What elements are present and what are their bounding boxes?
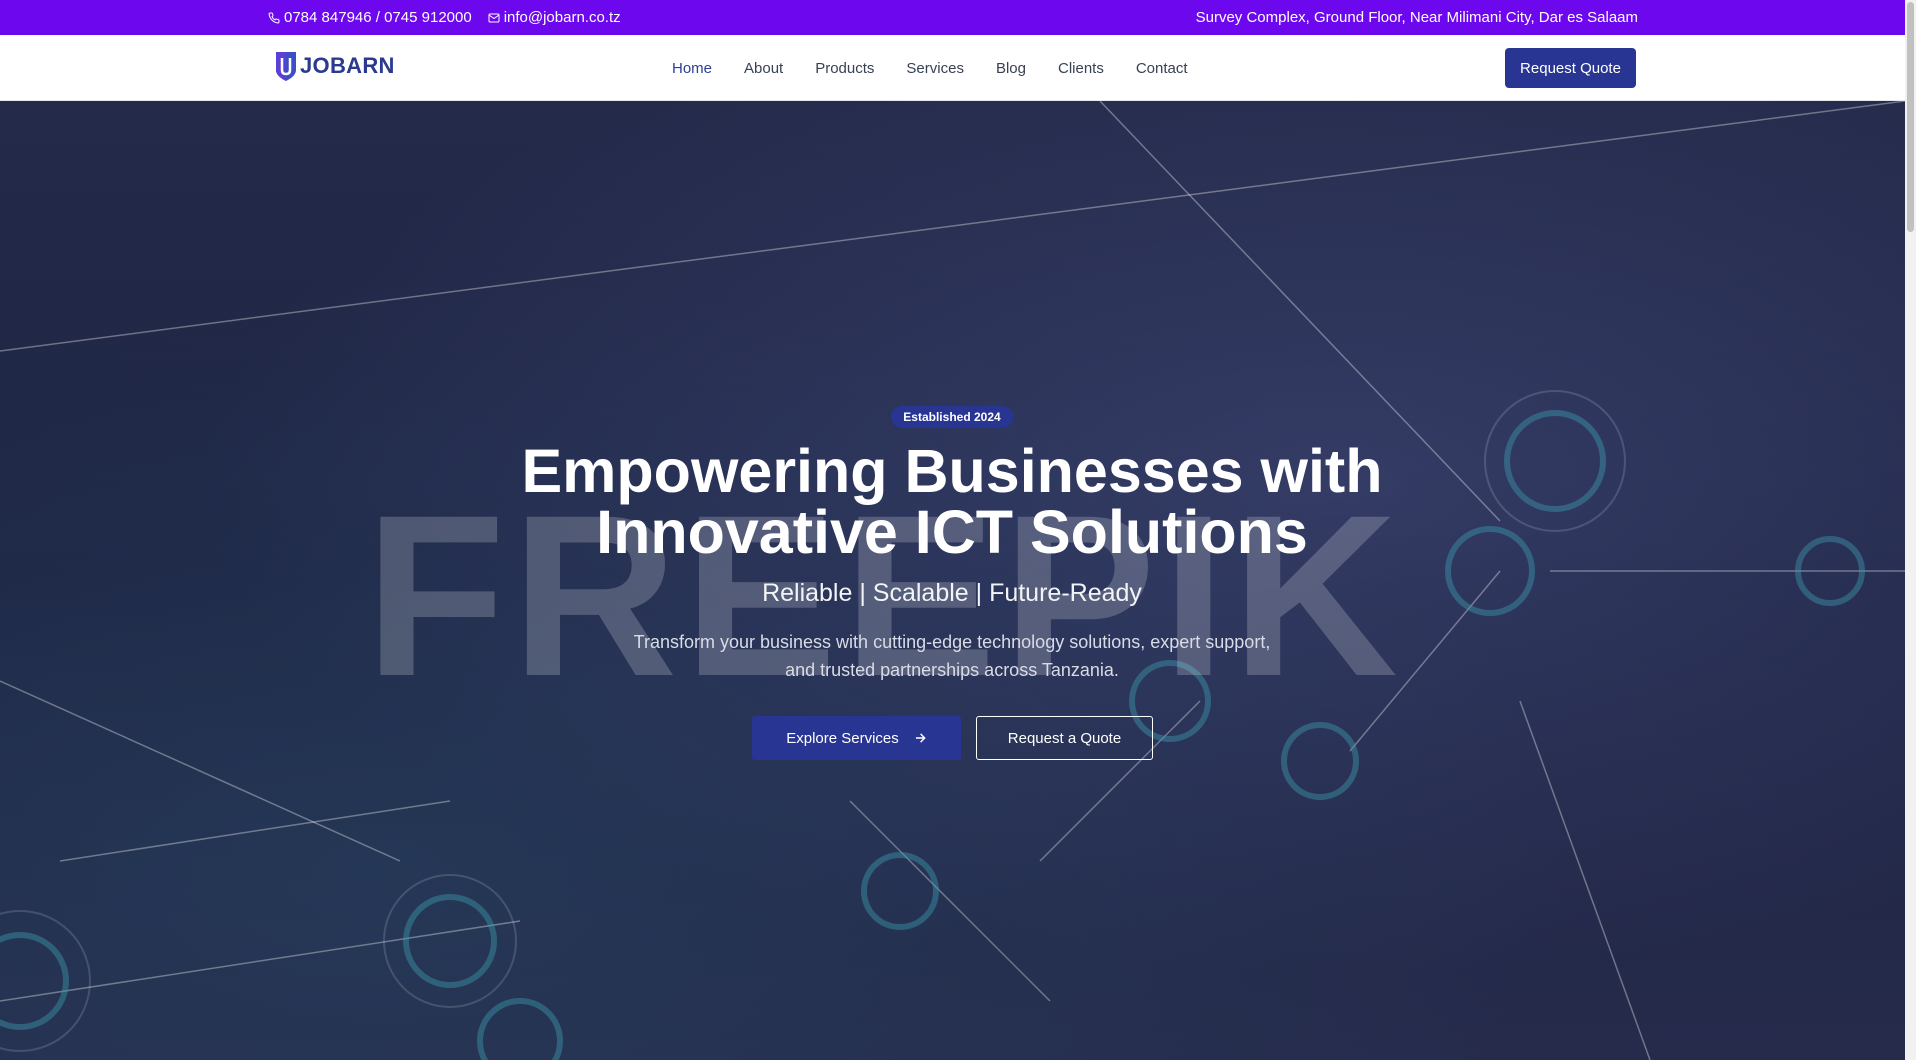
- hero-subtitle: Reliable | Scalable | Future-Ready: [762, 579, 1142, 607]
- address-text: Survey Complex, Ground Floor, Near Milim…: [1195, 9, 1638, 26]
- email-text: info@jobarn.co.tz: [503, 9, 621, 26]
- phone-text: 0784 847946 / 0745 912000: [284, 9, 472, 26]
- top-info-bar: 0784 847946 / 0745 912000 info@jobarn.co…: [0, 0, 1916, 35]
- nav-link-clients[interactable]: Clients: [1058, 60, 1104, 77]
- request-a-quote-button[interactable]: Request a Quote: [976, 716, 1153, 760]
- main-navbar: JOBARN Home About Products Services Blog…: [0, 35, 1905, 101]
- page: 0784 847946 / 0745 912000 info@jobarn.co…: [0, 0, 1916, 1060]
- page-scrollbar[interactable]: [1905, 0, 1916, 1060]
- request-quote-button[interactable]: Request Quote: [1505, 48, 1636, 88]
- nav-link-blog[interactable]: Blog: [996, 60, 1026, 77]
- explore-services-label: Explore Services: [786, 729, 899, 747]
- address: Survey Complex, Ground Floor, Near Milim…: [1196, 9, 1638, 26]
- hero-title-line2: Innovative ICT Solutions: [596, 498, 1308, 566]
- phone-contact[interactable]: 0784 847946 / 0745 912000: [268, 9, 472, 26]
- shield-logo-icon: [276, 52, 296, 81]
- explore-services-button[interactable]: Explore Services: [752, 716, 961, 760]
- established-badge: Established 2024: [891, 406, 1013, 428]
- email-contact[interactable]: info@jobarn.co.tz: [488, 9, 621, 26]
- scrollbar-thumb[interactable]: [1907, 2, 1914, 232]
- nav-link-products[interactable]: Products: [815, 60, 874, 77]
- nav-link-about[interactable]: About: [744, 60, 783, 77]
- hero-description: Transform your business with cutting-edg…: [633, 632, 1271, 680]
- mail-icon: [488, 13, 500, 22]
- hero-title-line1: Empowering Businesses with: [521, 437, 1383, 505]
- phone-icon: [268, 11, 280, 23]
- logo[interactable]: JOBARN: [274, 50, 395, 82]
- nav-link-services[interactable]: Services: [906, 60, 964, 77]
- hero-title: Empowering Businesses with Innovative IC…: [452, 441, 1452, 563]
- arrow-right-icon: [915, 733, 926, 743]
- nav-links: Home About Products Services Blog Client…: [672, 35, 1188, 101]
- nav-link-home[interactable]: Home: [672, 60, 712, 77]
- nav-link-contact[interactable]: Contact: [1136, 60, 1188, 77]
- logo-text: JOBARN: [300, 53, 395, 78]
- hero-section: FREEPIK Established 2024 Empowering Busi…: [0, 101, 1905, 1060]
